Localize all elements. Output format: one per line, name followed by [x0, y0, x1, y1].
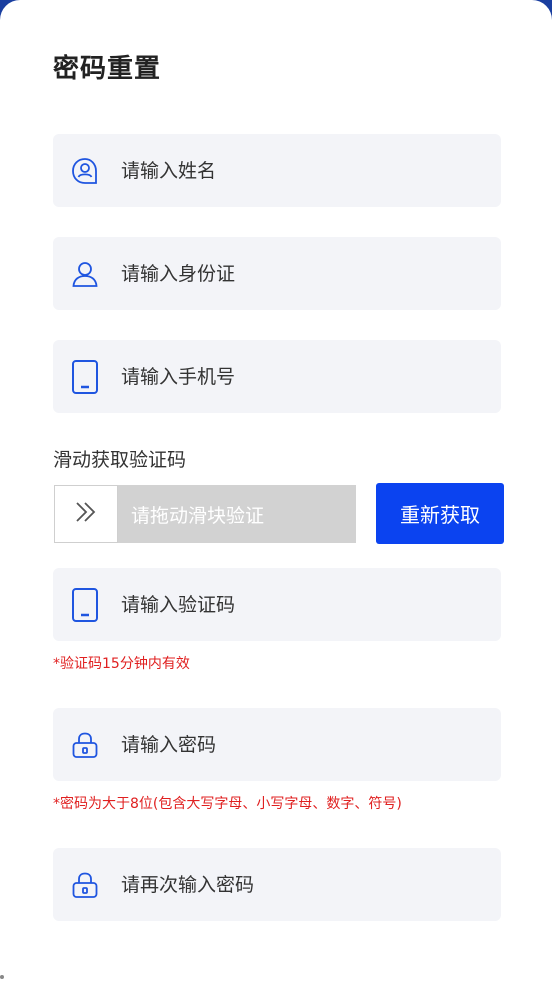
name-input[interactable] — [119, 158, 483, 183]
refresh-code-button[interactable]: 重新获取 — [376, 483, 504, 544]
phone-icon — [69, 587, 101, 622]
user-chat-icon — [69, 155, 101, 187]
captcha-label: 滑动获取验证码 — [53, 449, 187, 471]
phone-field[interactable] — [53, 340, 501, 413]
name-field[interactable] — [53, 134, 501, 207]
id-card-input[interactable] — [119, 261, 483, 286]
password-confirm-input[interactable] — [119, 872, 483, 897]
password-hint: *密码为大于8位(包含大写字母、小写字母、数字、符号) — [53, 796, 402, 812]
reset-card: 密码重置 滑动获取验证码 — [0, 0, 552, 983]
person-icon — [69, 258, 101, 290]
double-chevron-right-icon — [74, 501, 98, 527]
code-input[interactable] — [119, 592, 483, 617]
phone-icon — [69, 359, 101, 394]
code-field[interactable] — [53, 568, 501, 641]
password-input[interactable] — [119, 732, 483, 757]
slider-handle[interactable] — [54, 485, 118, 543]
lock-icon — [69, 869, 101, 901]
code-hint: *验证码15分钟内有效 — [53, 656, 190, 672]
id-card-field[interactable] — [53, 237, 501, 310]
corner-dot — [0, 975, 4, 979]
page-title: 密码重置 — [53, 54, 162, 84]
password-field[interactable] — [53, 708, 501, 781]
lock-icon — [69, 729, 101, 761]
captcha-slider[interactable]: 请拖动滑块验证 — [54, 485, 356, 543]
phone-input[interactable] — [119, 364, 483, 389]
slider-text: 请拖动滑块验证 — [131, 505, 265, 527]
password-confirm-field[interactable] — [53, 848, 501, 921]
